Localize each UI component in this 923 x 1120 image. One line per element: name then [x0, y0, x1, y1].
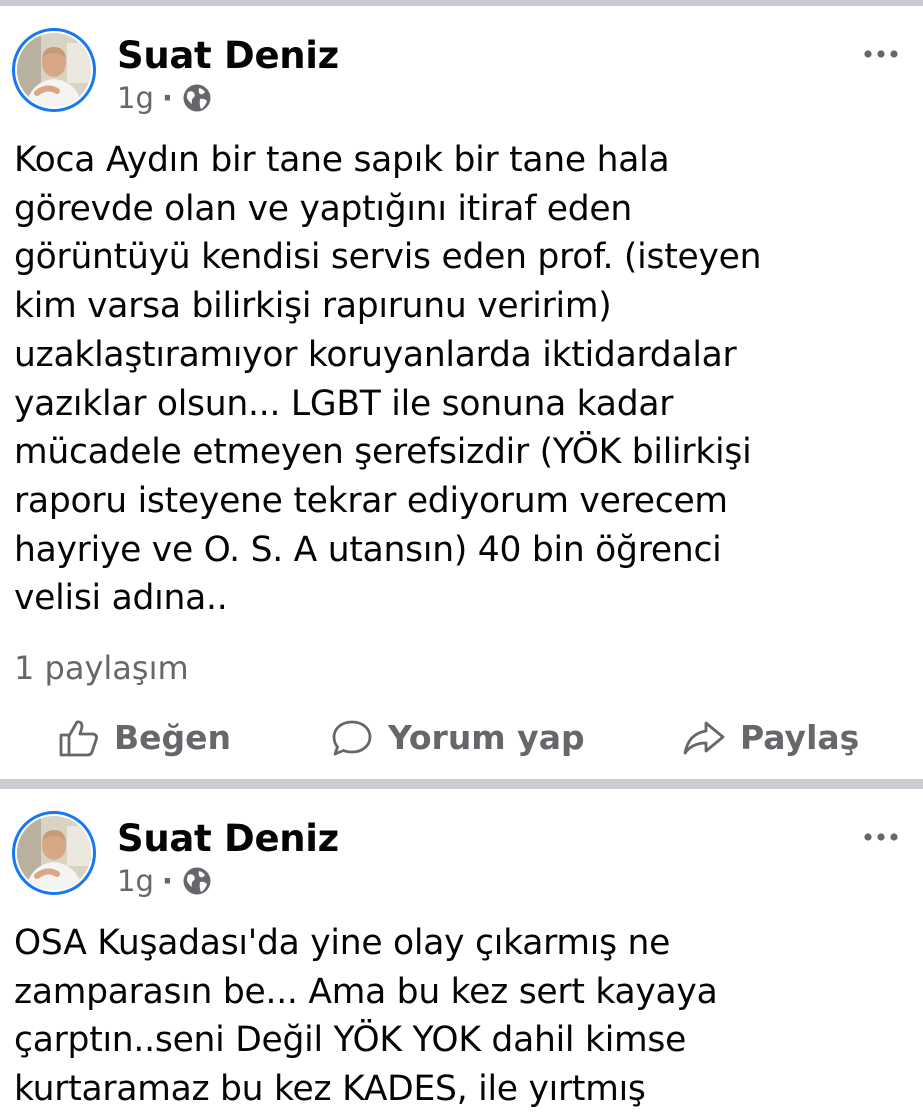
- post-meta: 1g ·: [117, 81, 212, 115]
- comment-button[interactable]: Yorum yap: [330, 718, 585, 758]
- share-arrow-icon: [683, 721, 725, 755]
- post-body-line: yazıklar olsun... LGBT ile sonuna kadar: [14, 383, 674, 424]
- comment-bubble-icon: [332, 720, 372, 756]
- avatar[interactable]: [12, 811, 96, 895]
- share-button[interactable]: Paylaş: [682, 718, 859, 758]
- post-author-name[interactable]: Suat Deniz: [117, 36, 339, 76]
- post-body-line: mücadele etmeyen şerefsizdir (YÖK bilirk…: [14, 432, 752, 473]
- meta-separator: ·: [161, 81, 173, 115]
- post-body: OSA Kuşadası'da yine olay çıkarmış ne za…: [14, 919, 914, 1114]
- post-body-line: uzaklaştıramıyor koruyanlarda iktidardal…: [14, 334, 737, 375]
- meta-separator: ·: [161, 864, 173, 898]
- post-timestamp[interactable]: 1g: [117, 864, 154, 898]
- post-timestamp[interactable]: 1g: [117, 81, 154, 115]
- avatar[interactable]: [12, 28, 96, 112]
- like-label: Beğen: [114, 718, 232, 757]
- feed-post: Suat Deniz 1g · OSA Kuşadası'da yine ola…: [0, 789, 923, 1120]
- more-options-icon: [864, 833, 898, 841]
- post-body-line: Koca Aydın bir tane sapık bir tane hala: [14, 140, 670, 180]
- feed-separator: [0, 779, 923, 789]
- share-count[interactable]: 1 paylaşım: [14, 648, 189, 688]
- globe-icon: [183, 867, 211, 895]
- more-options-button[interactable]: [861, 39, 901, 69]
- post-author-name[interactable]: Suat Deniz: [117, 819, 339, 859]
- post-body-line: görevde olan ve yaptığını itiraf eden: [14, 188, 633, 229]
- post-body-line: çarptın..seni Değil YÖK YOK dahil kimse: [14, 1020, 687, 1061]
- post-body-line: zamparasın be... Ama bu kez sert kayaya: [14, 971, 718, 1012]
- post-body-line: raporu isteyene tekrar ediyorum verecem: [14, 480, 728, 521]
- post-body-line: hayriye ve O. S. A utansın) 40 bin öğren…: [14, 529, 722, 570]
- like-button[interactable]: Beğen: [58, 718, 231, 758]
- post-body-line: kurtaramaz bu kez KADES, ile yırtmış: [14, 1069, 646, 1110]
- thumbs-up-icon: [59, 720, 98, 757]
- comment-label: Yorum yap: [388, 718, 585, 757]
- post-meta: 1g ·: [117, 864, 212, 898]
- share-label: Paylaş: [740, 718, 860, 757]
- profile-photo: [17, 33, 91, 107]
- more-options-button[interactable]: [861, 822, 901, 852]
- post-body-line: görüntüyü kendisi servis eden prof. (ist…: [14, 237, 762, 278]
- post-body-line: OSA Kuşadası'da yine olay çıkarmış ne: [14, 923, 671, 963]
- post-body-line: velisi adına..: [14, 578, 228, 619]
- post-body: Koca Aydın bir tane sapık bir tane hala …: [14, 136, 914, 623]
- more-options-icon: [864, 50, 898, 58]
- profile-photo: [17, 816, 91, 890]
- globe-icon: [183, 84, 211, 112]
- feed-post: Suat Deniz 1g · Koca Aydın bir tane sapı…: [0, 6, 923, 774]
- post-body-line: kim varsa bilirkişi rapırunu veririm): [14, 286, 612, 327]
